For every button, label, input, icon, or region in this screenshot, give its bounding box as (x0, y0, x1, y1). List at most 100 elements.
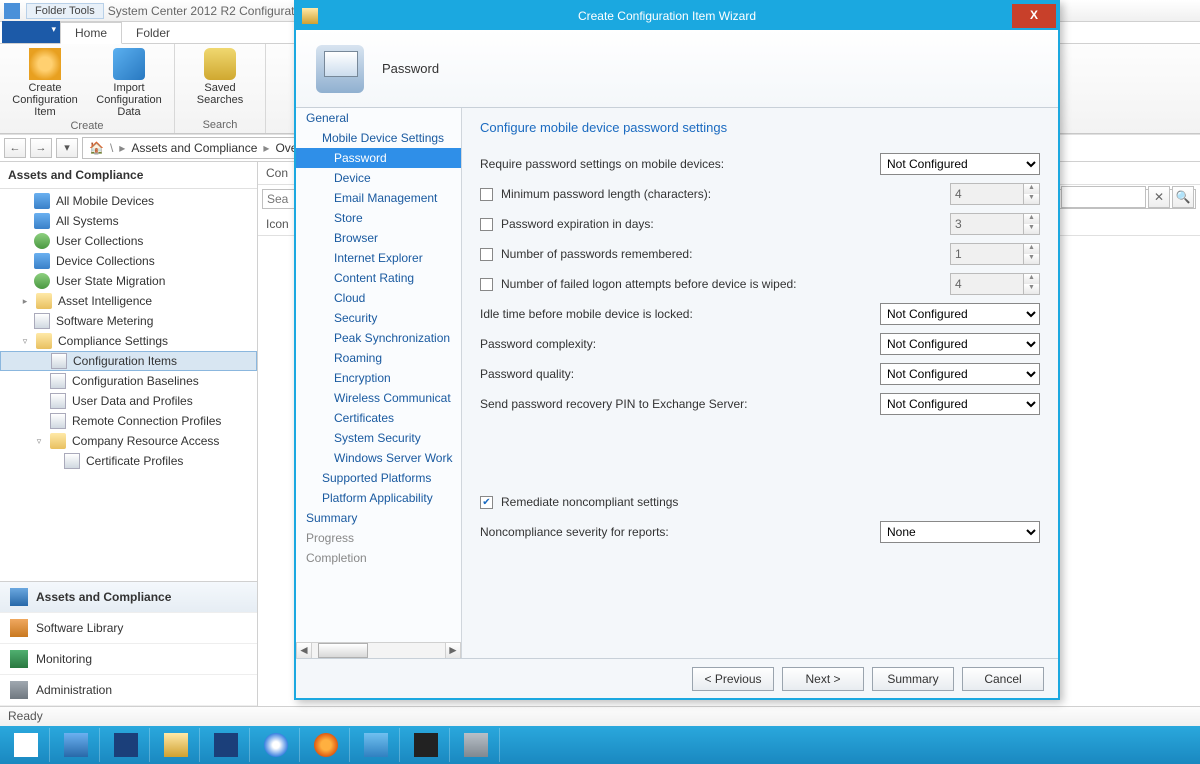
content-tab[interactable]: Con (260, 164, 294, 182)
tree-all-mobile-devices[interactable]: All Mobile Devices (0, 191, 257, 211)
tree-asset-intelligence[interactable]: ▸Asset Intelligence (0, 291, 257, 311)
tree-configuration-baselines[interactable]: Configuration Baselines (0, 371, 257, 391)
select-idle[interactable]: Not Configured (880, 303, 1040, 325)
row-failed: Number of failed logon attempts before d… (480, 273, 1040, 295)
task-explorer[interactable] (152, 728, 200, 762)
task-app[interactable] (352, 728, 400, 762)
select-complexity[interactable]: Not Configured (880, 333, 1040, 355)
spinner-minlen: ▲▼ (950, 183, 1040, 205)
folder-tools-tab[interactable]: Folder Tools (26, 3, 104, 19)
task-powershell[interactable] (102, 728, 150, 762)
previous-button[interactable]: < Previous (692, 667, 774, 691)
import-cd-button[interactable]: Import Configuration Data (94, 48, 164, 118)
nav-roaming[interactable]: Roaming (296, 348, 461, 368)
scroll-left-icon[interactable]: ◄ (296, 643, 312, 658)
nav-platform-applicability[interactable]: Platform Applicability (296, 488, 461, 508)
nav-ie[interactable]: Internet Explorer (296, 248, 461, 268)
nav-encryption[interactable]: Encryption (296, 368, 461, 388)
nav-peak[interactable]: Peak Synchronization (296, 328, 461, 348)
scroll-thumb[interactable] (318, 643, 368, 658)
nav-email[interactable]: Email Management (296, 188, 461, 208)
workspace-administration[interactable]: Administration (0, 675, 257, 706)
tree-certificate-profiles[interactable]: Certificate Profiles (0, 451, 257, 471)
devices-icon (34, 253, 50, 269)
nav-windows-server-work[interactable]: Windows Server Work (296, 448, 461, 468)
task-server-manager[interactable] (52, 728, 100, 762)
search-button[interactable]: 🔍 (1172, 186, 1194, 208)
nav-forward-button[interactable]: → (30, 138, 52, 158)
close-button[interactable]: X (1012, 4, 1056, 28)
task-firefox[interactable] (302, 728, 350, 762)
start-icon (14, 733, 38, 757)
clear-search-button[interactable]: ✕ (1148, 186, 1170, 208)
udp-icon (50, 393, 66, 409)
breadcrumb-root[interactable]: Assets and Compliance (131, 141, 257, 155)
right-search-input[interactable] (1061, 186, 1146, 208)
nav-browser[interactable]: Browser (296, 228, 461, 248)
task-server[interactable] (452, 728, 500, 762)
tree-all-systems[interactable]: All Systems (0, 211, 257, 231)
create-ci-label: Create Configuration Item (10, 82, 80, 118)
tree-company-resource-access[interactable]: ▿Company Resource Access (0, 431, 257, 451)
cancel-button[interactable]: Cancel (962, 667, 1044, 691)
saved-searches-label: Saved Searches (197, 82, 243, 106)
nav-completion: Completion (296, 548, 461, 568)
nav-general[interactable]: General (296, 108, 461, 128)
tree-software-metering[interactable]: Software Metering (0, 311, 257, 331)
task-sccm[interactable] (202, 728, 250, 762)
row-remediate: ✔Remediate noncompliant settings (480, 491, 1040, 513)
nav-summary[interactable]: Summary (296, 508, 461, 528)
saved-searches-icon (204, 48, 236, 80)
create-ci-button[interactable]: Create Configuration Item (10, 48, 80, 118)
task-ie[interactable] (252, 728, 300, 762)
next-button[interactable]: Next > (782, 667, 864, 691)
nav-supported-platforms[interactable]: Supported Platforms (296, 468, 461, 488)
checkbox-expire[interactable] (480, 218, 493, 231)
workspace-monitoring[interactable]: Monitoring (0, 644, 257, 675)
firefox-icon (314, 733, 338, 757)
tab-home[interactable]: Home (60, 22, 122, 44)
task-cmd[interactable] (402, 728, 450, 762)
start-button[interactable] (2, 728, 50, 762)
select-recovery[interactable]: Not Configured (880, 393, 1040, 415)
tree-user-data-profiles[interactable]: User Data and Profiles (0, 391, 257, 411)
nav-security[interactable]: Security (296, 308, 461, 328)
saved-searches-button[interactable]: Saved Searches (185, 48, 255, 106)
select-severity[interactable]: None (880, 521, 1040, 543)
tree-device-collections[interactable]: Device Collections (0, 251, 257, 271)
workspace-assets[interactable]: Assets and Compliance (0, 582, 257, 613)
select-quality[interactable]: Not Configured (880, 363, 1040, 385)
label-quality: Password quality: (480, 367, 880, 381)
nav-mobile-device-settings[interactable]: Mobile Device Settings (296, 128, 461, 148)
nav-content-rating[interactable]: Content Rating (296, 268, 461, 288)
nav-password[interactable]: Password (296, 148, 461, 168)
scroll-right-icon[interactable]: ► (445, 643, 461, 658)
select-require[interactable]: Not Configured (880, 153, 1040, 175)
file-tab[interactable] (2, 21, 60, 43)
nav-back-button[interactable]: ← (4, 138, 26, 158)
nav-certificates[interactable]: Certificates (296, 408, 461, 428)
tree[interactable]: All Mobile Devices All Systems User Coll… (0, 189, 257, 581)
row-remember: Number of passwords remembered: ▲▼ (480, 243, 1040, 265)
nav-store[interactable]: Store (296, 208, 461, 228)
tree-compliance-settings[interactable]: ▿Compliance Settings (0, 331, 257, 351)
nav-cloud[interactable]: Cloud (296, 288, 461, 308)
tree-user-state-migration[interactable]: User State Migration (0, 271, 257, 291)
tab-folder[interactable]: Folder (122, 23, 184, 43)
nav-scrollbar[interactable]: ◄ ► (296, 642, 461, 658)
nav-system-security[interactable]: System Security (296, 428, 461, 448)
summary-button[interactable]: Summary (872, 667, 954, 691)
workspace-software-library[interactable]: Software Library (0, 613, 257, 644)
checkbox-minlen[interactable] (480, 188, 493, 201)
tree-user-collections[interactable]: User Collections (0, 231, 257, 251)
checkbox-failed[interactable] (480, 278, 493, 291)
tree-configuration-items[interactable]: Configuration Items (0, 351, 257, 371)
nav-device[interactable]: Device (296, 168, 461, 188)
checkbox-remember[interactable] (480, 248, 493, 261)
checkbox-remediate[interactable]: ✔ (480, 496, 493, 509)
nav-wireless[interactable]: Wireless Communicat (296, 388, 461, 408)
metering-icon (34, 313, 50, 329)
wizard-titlebar[interactable]: Create Configuration Item Wizard X (296, 2, 1058, 30)
nav-dropdown-button[interactable]: ▾ (56, 138, 78, 158)
tree-remote-connection-profiles[interactable]: Remote Connection Profiles (0, 411, 257, 431)
